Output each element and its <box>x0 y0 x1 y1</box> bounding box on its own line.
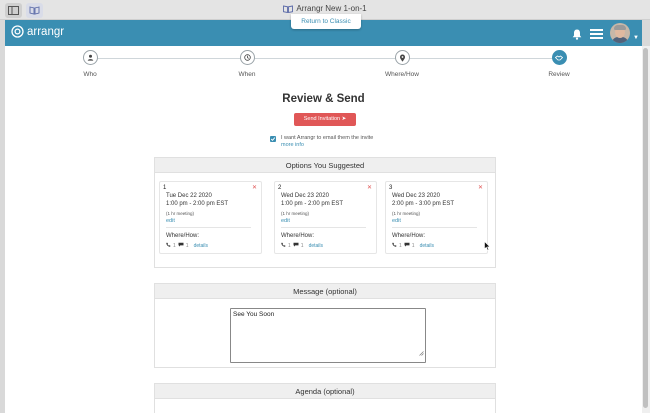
option-card: 1 ✕ Tue Dec 22 2020 1:00 pm - 2:00 pm ES… <box>159 181 262 254</box>
step-label: When <box>238 71 256 78</box>
step-label: Where/How <box>385 71 419 78</box>
message-textarea[interactable]: See You Soon <box>230 308 426 363</box>
option-card: 3 ✕ Wed Dec 23 2020 2:00 pm - 3:00 pm ES… <box>385 181 488 254</box>
menu-icon[interactable] <box>590 29 603 39</box>
email-invite-checkbox[interactable] <box>270 136 276 142</box>
main-content: Who When Where/How Review Review & Send … <box>5 46 642 413</box>
mouse-cursor-icon <box>484 238 491 256</box>
details-link[interactable]: details <box>194 243 208 249</box>
step-label: Who <box>83 71 97 78</box>
agenda-header: Agenda (optional) <box>155 384 495 399</box>
chat-count: 1 <box>185 242 189 249</box>
message-text: See You Soon <box>233 311 275 318</box>
close-icon[interactable]: ✕ <box>367 184 372 191</box>
page-title: Review & Send <box>282 93 365 105</box>
step-who[interactable]: Who <box>60 50 120 78</box>
divider <box>281 227 366 228</box>
return-to-classic-button[interactable]: Return to Classic <box>291 14 361 29</box>
step-where-how[interactable]: Where/How <box>372 50 432 78</box>
clock-icon <box>239 50 255 65</box>
scrollbar-thumb[interactable] <box>643 48 648 408</box>
where-how-label: Where/How: <box>392 233 426 239</box>
step-when[interactable]: When <box>217 50 277 78</box>
chat-icon <box>404 242 410 249</box>
phone-icon <box>166 242 171 249</box>
chat-count: 1 <box>300 242 304 249</box>
edit-link[interactable]: edit <box>392 218 401 224</box>
close-icon[interactable]: ✕ <box>252 184 257 191</box>
scrollbar[interactable] <box>642 46 650 413</box>
send-invitation-button[interactable]: Send Invitation ➤ <box>294 113 356 126</box>
where-how-row: 1 1 details <box>166 242 208 249</box>
arrangr-logo-icon <box>11 25 24 38</box>
option-datetime: Wed Dec 23 2020 2:00 pm - 3:00 pm EST <box>392 193 455 207</box>
option-number: 1 <box>163 185 167 191</box>
option-duration: (1 hr meeting) <box>281 211 310 216</box>
phone-count: 1 <box>288 242 291 249</box>
close-icon[interactable]: ✕ <box>478 184 483 191</box>
option-duration: (1 hr meeting) <box>392 211 421 216</box>
stepper-track <box>90 58 560 59</box>
divider <box>166 227 251 228</box>
option-card: 2 ✕ Wed Dec 23 2020 1:00 pm - 2:00 pm ES… <box>274 181 377 254</box>
phone-icon <box>392 242 397 249</box>
logo-text: arrangr <box>27 25 65 38</box>
option-number: 2 <box>278 185 282 191</box>
options-panel: Options You Suggested 1 ✕ Tue Dec 22 202… <box>154 157 496 268</box>
location-pin-icon <box>394 50 410 65</box>
email-invite-label: I want Arrangr to email them the invite <box>281 135 374 141</box>
more-info-link[interactable]: more info <box>281 142 304 148</box>
where-how-row: 1 1 details <box>281 242 323 249</box>
phone-icon <box>281 242 286 249</box>
handshake-icon <box>551 50 567 65</box>
option-number: 3 <box>389 185 393 191</box>
where-how-row: 1 1 details <box>392 242 434 249</box>
chat-icon <box>293 242 299 249</box>
option-datetime: Tue Dec 22 2020 1:00 pm - 2:00 pm EST <box>166 193 229 207</box>
where-how-label: Where/How: <box>166 233 200 239</box>
edit-link[interactable]: edit <box>166 218 175 224</box>
chat-icon <box>178 242 184 249</box>
person-icon <box>82 50 98 65</box>
option-duration: (1 hr meeting) <box>166 211 195 216</box>
where-how-label: Where/How: <box>281 233 315 239</box>
chat-count: 1 <box>411 242 415 249</box>
details-link[interactable]: details <box>309 243 323 249</box>
agenda-panel: Agenda (optional) <box>154 383 496 413</box>
chevron-down-icon[interactable]: ▼ <box>633 35 639 41</box>
details-link[interactable]: details <box>420 243 434 249</box>
avatar[interactable] <box>610 23 630 43</box>
step-review[interactable]: Review <box>529 50 589 78</box>
option-datetime: Wed Dec 23 2020 1:00 pm - 2:00 pm EST <box>281 193 344 207</box>
message-panel: Message (optional) See You Soon <box>154 283 496 368</box>
divider <box>392 227 477 228</box>
edit-link[interactable]: edit <box>281 218 290 224</box>
phone-count: 1 <box>173 242 176 249</box>
phone-count: 1 <box>399 242 402 249</box>
arrangr-logo[interactable]: arrangr <box>11 25 64 38</box>
bell-icon[interactable] <box>572 27 582 45</box>
step-label: Review <box>548 71 570 78</box>
options-header: Options You Suggested <box>155 158 495 173</box>
message-header: Message (optional) <box>155 284 495 299</box>
resize-grip-icon[interactable] <box>419 343 424 361</box>
